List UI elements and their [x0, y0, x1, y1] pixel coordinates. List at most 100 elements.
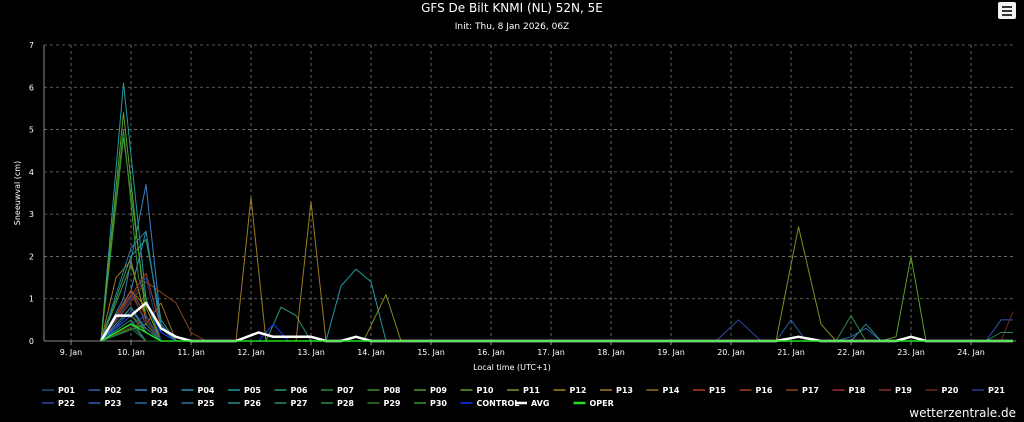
legend-label[interactable]: P15 [709, 386, 726, 395]
legend-label[interactable]: P01 [58, 386, 75, 395]
legend-label[interactable]: AVG [531, 399, 549, 408]
legend-label[interactable]: P06 [291, 386, 308, 395]
chart-title: GFS De Bilt KNMI (NL) 52N, 5E [421, 1, 603, 15]
legend-item-p02[interactable]: P02 [88, 386, 122, 395]
legend-item-p15[interactable]: P15 [693, 386, 726, 395]
legend-item-p22[interactable]: P22 [42, 399, 75, 408]
series-line-p16 [100, 272, 1013, 342]
legend-item-oper[interactable]: OPER [573, 399, 614, 408]
chart-subtitle: Init: Thu, 8 Jan 2026, 06Z [455, 22, 569, 32]
x-tick-label: 17. Jan [537, 348, 565, 357]
legend-item-p09[interactable]: P09 [414, 386, 447, 395]
legend-label[interactable]: P10 [477, 386, 494, 395]
legend-label[interactable]: P28 [337, 399, 354, 408]
legend-label[interactable]: CONTROL [477, 399, 520, 408]
series-line-p19 [100, 294, 1013, 342]
x-tick-label: 10. Jan [117, 348, 145, 357]
menu-button[interactable] [998, 2, 1016, 19]
legend-item-p21[interactable]: P21 [972, 386, 1005, 395]
x-tick-label: 11. Jan [177, 348, 205, 357]
y-tick-label: 7 [29, 41, 34, 50]
legend-item-p14[interactable]: P14 [646, 386, 680, 395]
legend-label[interactable]: P26 [244, 399, 261, 408]
x-tick-label: 24. Jan [957, 348, 985, 357]
legend-item-avg[interactable]: AVG [515, 399, 549, 408]
legend-item-p12[interactable]: P12 [553, 386, 587, 395]
series-line-p02 [100, 289, 1013, 342]
series-line-p07 [100, 129, 1013, 342]
plot-area [43, 45, 1016, 342]
legend-item-p10[interactable]: P10 [460, 386, 494, 395]
legend-item-p07[interactable]: P07 [321, 386, 354, 395]
legend-label[interactable]: P13 [616, 386, 633, 395]
legend-item-p28[interactable]: P28 [321, 399, 354, 408]
legend-label[interactable]: P22 [58, 399, 75, 408]
legend-label[interactable]: P30 [430, 399, 447, 408]
legend-item-control[interactable]: CONTROL [460, 399, 520, 408]
y-tick-label: 1 [29, 295, 34, 304]
y-tick-label: 5 [29, 126, 34, 135]
legend-item-p16[interactable]: P16 [739, 386, 773, 395]
legend-item-p23[interactable]: P23 [88, 399, 122, 408]
credit-text: wetterzentrale.de [909, 406, 1016, 420]
legend-item-p06[interactable]: P06 [274, 386, 308, 395]
x-tick-label: 21. Jan [777, 348, 805, 357]
y-tick-label: 6 [29, 83, 34, 92]
legend-label[interactable]: P03 [151, 386, 168, 395]
legend-item-p05[interactable]: P05 [228, 386, 261, 395]
legend-item-p17[interactable]: P17 [786, 386, 819, 395]
x-tick-label: 14. Jan [357, 348, 385, 357]
legend-label[interactable]: P23 [105, 399, 122, 408]
legend-item-p08[interactable]: P08 [367, 386, 401, 395]
legend-label[interactable]: P11 [523, 386, 540, 395]
legend-label[interactable]: P29 [384, 399, 401, 408]
series-line-p17 [100, 281, 1013, 342]
legend-label[interactable]: P08 [384, 386, 401, 395]
series-lines [99, 82, 1014, 343]
legend-label[interactable]: P18 [849, 386, 866, 395]
x-tick-label: 12. Jan [237, 348, 265, 357]
legend-item-p04[interactable]: P04 [181, 386, 215, 395]
legend-item-p26[interactable]: P26 [228, 399, 261, 408]
legend-label[interactable]: P16 [756, 386, 773, 395]
legend-label[interactable]: P07 [337, 386, 354, 395]
legend-item-p25[interactable]: P25 [181, 399, 215, 408]
legend-label[interactable]: P12 [570, 386, 587, 395]
x-tick-label: 18. Jan [597, 348, 625, 357]
x-tick-label: 9. Jan [60, 348, 83, 357]
legend-label[interactable]: P14 [663, 386, 680, 395]
legend-label[interactable]: P04 [198, 386, 215, 395]
chart-svg: GFS De Bilt KNMI (NL) 52N, 5E Init: Thu,… [13, 1, 1016, 420]
legend-item-p30[interactable]: P30 [414, 399, 447, 408]
y-tick-labels: 0 1 2 3 4 5 6 7 [29, 41, 34, 346]
legend-label[interactable]: P17 [802, 386, 819, 395]
legend-label[interactable]: P09 [430, 386, 447, 395]
legend-label[interactable]: P19 [895, 386, 912, 395]
legend-label[interactable]: OPER [590, 399, 614, 408]
y-tick-label: 4 [29, 168, 34, 177]
series-line-p21 [100, 277, 1013, 342]
legend-label[interactable]: P02 [105, 386, 122, 395]
legend-item-p03[interactable]: P03 [135, 386, 168, 395]
legend-label[interactable]: P25 [198, 399, 215, 408]
legend-item-p27[interactable]: P27 [274, 399, 308, 408]
legend-item-p20[interactable]: P20 [925, 386, 959, 395]
legend-label[interactable]: P24 [151, 399, 168, 408]
legend-item-p18[interactable]: P18 [832, 386, 866, 395]
legend-label[interactable]: P20 [942, 386, 959, 395]
legend-label[interactable]: P27 [291, 399, 308, 408]
legend-label[interactable]: P05 [244, 386, 261, 395]
legend-item-p13[interactable]: P13 [600, 386, 633, 395]
series-line-p05 [100, 82, 1013, 342]
series-line-p13 [100, 196, 1013, 342]
x-tick-label: 22. Jan [837, 348, 865, 357]
legend-item-p29[interactable]: P29 [367, 399, 401, 408]
legend-label[interactable]: P21 [988, 386, 1005, 395]
y-tick-label: 3 [29, 210, 34, 219]
legend-item-p11[interactable]: P11 [507, 386, 540, 395]
legend-item-p24[interactable]: P24 [135, 399, 168, 408]
x-tick-label: 16. Jan [477, 348, 505, 357]
legend-item-p19[interactable]: P19 [879, 386, 912, 395]
legend-item-p01[interactable]: P01 [42, 386, 75, 395]
x-tick-label: 20. Jan [717, 348, 745, 357]
